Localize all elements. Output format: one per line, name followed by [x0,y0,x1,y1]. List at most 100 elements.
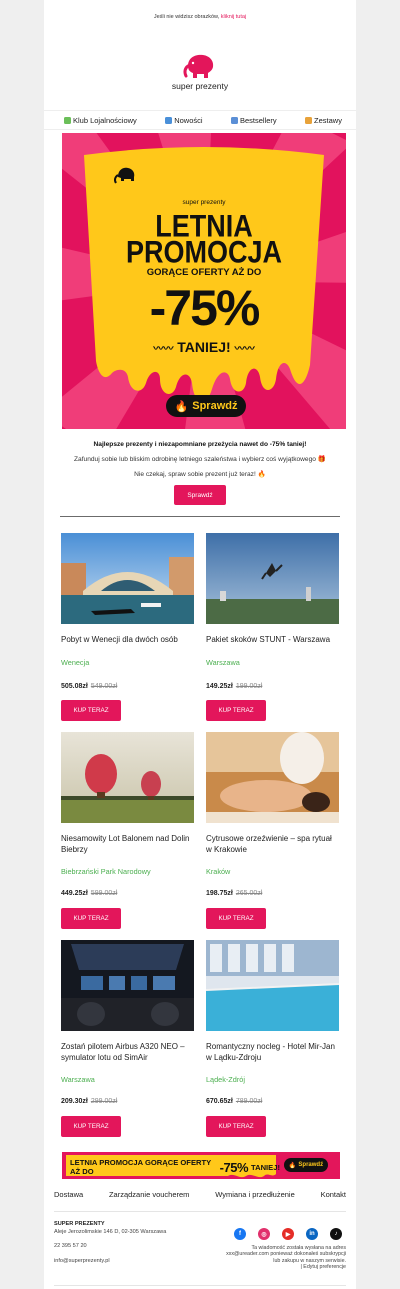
price-old: 265.00zł [235,890,263,897]
product-price: 449.25zł 599.00zł [61,890,117,897]
product-city: Kraków [206,867,231,876]
product-city: Warszawa [61,1075,95,1084]
product-card[interactable]: Pakiet skoków STUNT - Warszawa Warszawa … [206,533,339,721]
product-card[interactable]: Cytrusowe orzeźwienie – spa rytuał w Kra… [206,732,339,929]
intro-text: Najlepsze prezenty i niezapomniane przeż… [44,437,356,482]
footer-link-exchange[interactable]: Wymiana i przedłużenie [215,1190,295,1202]
preheader: Jeśli nie widzisz obrazków, kliknij tuta… [44,14,356,20]
footer-link-contact[interactable]: Kontakt [321,1190,346,1202]
linkedin-icon[interactable]: in [306,1228,318,1240]
strip-tagline: TANIEJ! [251,1162,280,1172]
youtube-icon[interactable]: ▶ [282,1228,294,1240]
buy-now-button[interactable]: KUP TERAZ [61,1116,121,1137]
promo-strip[interactable]: LETNIA PROMOCJA GORĄCE OFERTY AŻ DO -75%… [62,1152,340,1179]
email-container: Jeśli nie widzisz obrazków, kliknij tuta… [44,0,356,1289]
product-price: 149.25zł 199.00zł [206,683,262,690]
nav-sets[interactable]: Zestawy [305,116,342,125]
money-icon [64,116,71,124]
company-email[interactable]: info@superprezenty.pl [54,1258,166,1266]
banner-check-button[interactable]: 🔥 Sprawdź [166,395,246,417]
bottom-divider [54,1285,346,1286]
product-title[interactable]: Zostań pilotem Airbus A320 NEO – symulat… [61,1042,194,1063]
product-title[interactable]: Cytrusowe orzeźwienie – spa rytuał w Kra… [206,834,339,855]
banner-brand: super prezenty [182,199,226,206]
gift-icon [305,116,313,124]
logo[interactable]: super prezenty [44,52,356,91]
product-card[interactable]: Zostań pilotem Airbus A320 NEO – symulat… [61,940,194,1137]
banner-line2: PROMOCJA [125,234,282,270]
footer-link-voucher[interactable]: Zarządzanie voucherem [109,1190,189,1202]
fire-icon: 🔥 [288,1162,297,1169]
cockpit-photo[interactable] [61,940,194,1031]
price-old: 299.00zł [90,1098,118,1105]
social-icons: f ◎ ▶ in ♪ [234,1228,342,1240]
company-name: SUPER PREZENTY [54,1221,166,1229]
company-phone[interactable]: 22 395 57 20 [54,1243,166,1251]
buy-now-button[interactable]: KUP TERAZ [206,700,266,721]
nav-bestsellers-label: Bestsellery [239,115,277,125]
wave-icon-right: 〰〰 [234,344,255,355]
product-card[interactable]: Romantyczny nocleg - Hotel Mir-Jan w Ląd… [206,940,339,1137]
product-title[interactable]: Niesamowity Lot Balonem nad Dolin Biebrz… [61,834,194,855]
price-old: 549.00zł [90,683,118,690]
strip-text: LETNIA PROMOCJA GORĄCE OFERTY AŻ DO [70,1158,212,1176]
check-offers-button[interactable]: Sprawdź [174,485,226,505]
nav-new[interactable]: Nowości [165,116,203,125]
buy-now-button[interactable]: KUP TERAZ [61,700,121,721]
price-current: 198.75zł [206,890,233,897]
strip-text-row: LETNIA PROMOCJA GORĄCE OFERTY AŻ DO -75%… [70,1158,280,1176]
buy-now-button[interactable]: KUP TERAZ [61,908,121,929]
stunt-jump-photo[interactable] [206,533,339,624]
intro-headline-text: Najlepsze prezenty i niezapomniane przeż… [93,441,307,448]
facebook-icon[interactable]: f [234,1228,246,1240]
company-info: SUPER PREZENTY Aleje Jerozolimskie 146 D… [54,1221,166,1265]
venice-photo[interactable] [61,533,194,624]
product-card[interactable]: Pobyt w Wenecji dla dwóch osób Wenecja 5… [61,533,194,721]
pool-photo[interactable] [206,940,339,1031]
nav-bestsellers[interactable]: Bestsellery [230,115,277,125]
product-city: Warszawa [206,658,240,667]
price-current: 670.65zł [206,1098,233,1105]
product-title[interactable]: Pakiet skoków STUNT - Warszawa [206,635,339,646]
nav-sets-label: Zestawy [314,115,342,125]
product-price: 209.30zł 299.00zł [61,1098,117,1105]
product-city: Biebrzański Park Narodowy [61,867,151,876]
tiktok-icon[interactable]: ♪ [330,1228,342,1240]
edit-preferences-link[interactable]: | Edytuj preferencje [202,1264,346,1270]
wave-icon: 〰〰 [153,344,174,355]
product-title[interactable]: Romantyczny nocleg - Hotel Mir-Jan w Ląd… [206,1042,339,1063]
elephant-logo-icon [183,54,214,78]
spa-photo[interactable] [206,732,339,823]
promo-banner[interactable]: super prezenty LETNIA PROMOCJA GORĄCE OF… [62,133,346,429]
footer-links: Dostawa Zarządzanie voucherem Wymiana i … [44,1190,356,1202]
strip-discount: -75% [219,1159,249,1175]
instagram-icon[interactable]: ◎ [258,1228,270,1240]
nav-loyalty[interactable]: Klub Lojalnościowy [64,116,137,125]
strip-check-label: Sprawdź [298,1162,324,1168]
top-nav: Klub Lojalnościowy Nowości Bestsellery Z… [44,110,356,130]
intro-line3: Nie czekaj, spraw sobie prezent już tera… [134,471,266,478]
banner-tagline-row: 〰〰 TANIEJ! 〰〰 [62,339,346,355]
preheader-text: Jeśli nie widzisz obrazków, [153,14,220,20]
footer-link-delivery[interactable]: Dostawa [54,1190,83,1202]
strip-check-button[interactable]: 🔥 Sprawdź [284,1158,328,1172]
divider [60,516,340,517]
company-address: Aleje Jerozolimskie 146 D, 02-305 Warsza… [54,1228,167,1235]
logo-text: super prezenty [171,81,229,91]
fire-icon: 🔥 [174,400,189,413]
product-title[interactable]: Pobyt w Wenecji dla dwóch osób [61,635,194,646]
view-images-link[interactable]: kliknij tutaj [221,14,246,20]
buy-now-button[interactable]: KUP TERAZ [206,908,266,929]
price-current: 149.25zł [206,683,233,690]
footer-divider [54,1211,346,1212]
buy-now-button[interactable]: KUP TERAZ [206,1116,266,1137]
balloon-photo[interactable] [61,732,194,823]
nav-loyalty-label: Klub Lojalnościowy [73,115,137,125]
price-current: 505.08zł [61,683,88,690]
intro-line2: Zafunduj sobie lub bliskim odrobinę letn… [74,456,326,463]
intro-headline: Najlepsze prezenty i niezapomniane przeż… [44,437,356,452]
product-card[interactable]: Niesamowity Lot Balonem nad Dolin Biebrz… [61,732,194,929]
product-price: 198.75zł 265.00zł [206,890,262,897]
banner-check-label: Sprawdź [192,400,238,412]
